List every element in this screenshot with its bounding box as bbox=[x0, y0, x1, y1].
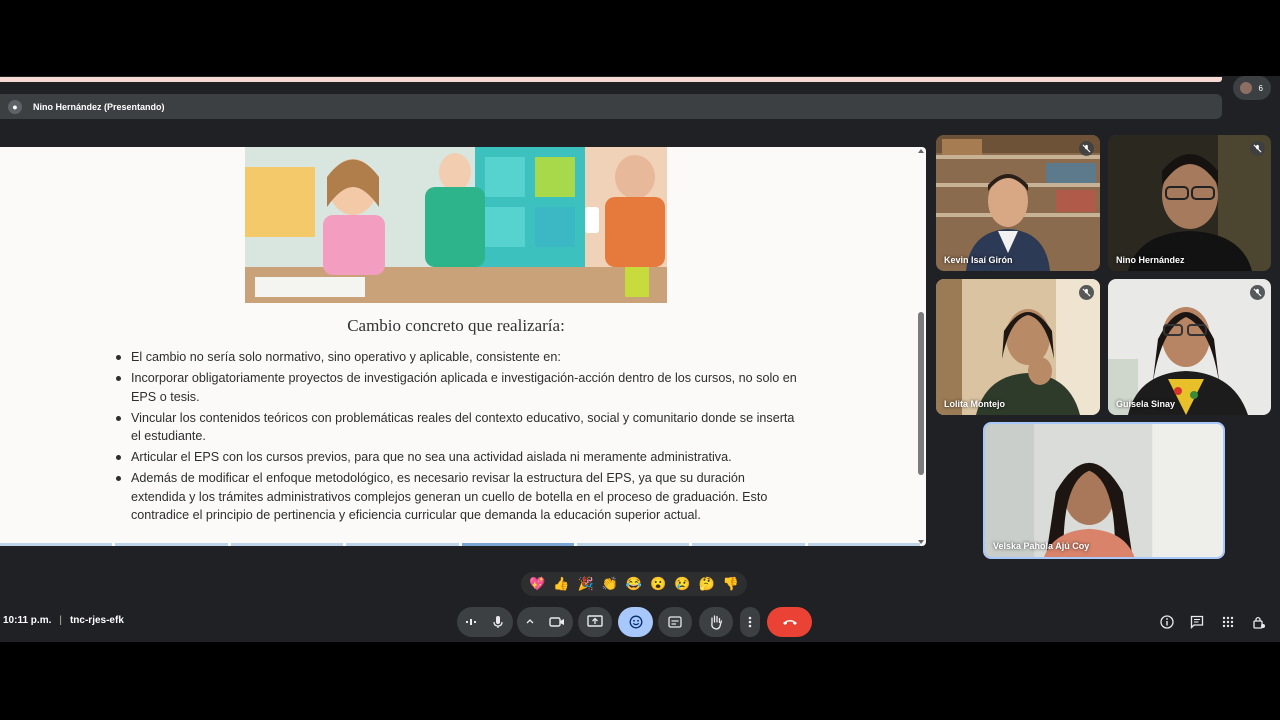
meeting-time: 10:11 p.m. bbox=[3, 615, 52, 626]
activities-button[interactable] bbox=[1220, 614, 1236, 630]
top-strip bbox=[0, 77, 1222, 82]
participant-name: Kevin Isaí Girón bbox=[944, 255, 1013, 265]
reaction-sad-icon[interactable]: 😢 bbox=[672, 572, 692, 596]
scroll-up-arrow-icon[interactable] bbox=[918, 149, 924, 153]
reaction-heart-icon[interactable]: 💖 bbox=[527, 572, 547, 596]
captions-icon bbox=[668, 616, 682, 628]
slide-bullet: Articular el EPS con los cursos previos,… bbox=[113, 448, 803, 467]
progress-segment bbox=[807, 543, 920, 546]
slide-bullet: Además de modificar el enfoque metodológ… bbox=[113, 469, 803, 525]
presenter-name: Nino Hernández (Presentando) bbox=[33, 101, 165, 112]
progress-segment bbox=[692, 543, 805, 546]
reaction-clap-icon[interactable]: 👏 bbox=[600, 572, 620, 596]
reactions-button[interactable] bbox=[618, 607, 653, 637]
camera-control[interactable] bbox=[517, 607, 573, 637]
shared-screen: Cambio concreto que realizaría: El cambi… bbox=[0, 147, 926, 546]
participant-tile-guisela[interactable]: Guisela Sinay bbox=[1108, 279, 1271, 415]
muted-mic-icon bbox=[1250, 141, 1265, 156]
meeting-details-button[interactable] bbox=[1159, 614, 1175, 630]
lock-person-icon bbox=[1253, 616, 1265, 629]
camera-icon[interactable] bbox=[549, 616, 565, 628]
participant-tile-kevin[interactable]: Kevin Isaí Girón bbox=[936, 135, 1100, 271]
hang-up-icon bbox=[782, 620, 797, 625]
audio-level-icon bbox=[466, 619, 476, 625]
chevron-up-icon[interactable] bbox=[525, 617, 535, 627]
progress-segment bbox=[0, 543, 113, 546]
slide-bullet: Incorporar obligatoriamente proyectos de… bbox=[113, 369, 803, 406]
reaction-thumbs-up-icon[interactable]: 👍 bbox=[551, 572, 571, 596]
participant-tile-velska[interactable]: Velska Pahola Ajú Coy bbox=[983, 422, 1225, 559]
muted-mic-icon bbox=[1079, 141, 1094, 156]
present-screen-icon bbox=[587, 615, 603, 627]
reaction-laugh-icon[interactable]: 😂 bbox=[624, 572, 644, 596]
reactions-bar: 💖 👍 🎉 👏 😂 😮 😢 🤔 👎 bbox=[521, 572, 747, 596]
meeting-code: tnc-rjes-efk bbox=[69, 615, 124, 626]
present-screen-button[interactable] bbox=[578, 607, 612, 637]
slide-title: Cambio concreto que realizaría: bbox=[347, 316, 565, 335]
presenter-bar: ● Nino Hernández (Presentando) bbox=[0, 94, 1222, 119]
reaction-party-icon[interactable]: 🎉 bbox=[576, 572, 596, 596]
meeting-info: 10:11 p.m. | tnc-rjes-efk bbox=[3, 615, 124, 626]
participant-name: Guisela Sinay bbox=[1116, 399, 1176, 409]
progress-segment bbox=[115, 543, 228, 546]
progress-segment-current bbox=[461, 543, 574, 546]
reaction-surprised-icon[interactable]: 😮 bbox=[648, 572, 668, 596]
progress-segment bbox=[576, 543, 690, 546]
microphone-icon[interactable] bbox=[491, 615, 505, 629]
microphone-control[interactable] bbox=[457, 607, 513, 637]
leave-call-button[interactable] bbox=[767, 607, 812, 637]
muted-mic-icon bbox=[1250, 285, 1265, 300]
reaction-thinking-icon[interactable]: 🤔 bbox=[697, 572, 717, 596]
reaction-thumbs-down-icon[interactable]: 👎 bbox=[721, 572, 741, 596]
classroom-photo bbox=[245, 147, 667, 303]
participants-count: 6 bbox=[1258, 83, 1263, 93]
slide-bullet-list: El cambio no sería solo normativo, sino … bbox=[113, 348, 803, 527]
vertical-scrollbar[interactable] bbox=[918, 312, 924, 475]
participants-avatar-icon bbox=[1240, 82, 1252, 94]
apps-grid-icon bbox=[1222, 616, 1234, 628]
more-vert-icon bbox=[748, 616, 752, 628]
raise-hand-icon bbox=[711, 615, 723, 630]
participant-name: Lolita Montejo bbox=[944, 399, 1005, 409]
captions-button[interactable] bbox=[658, 607, 692, 637]
emoji-icon bbox=[629, 615, 642, 629]
presenter-avatar: ● bbox=[8, 99, 22, 114]
participant-tile-lolita[interactable]: Lolita Montejo bbox=[936, 279, 1100, 415]
slide-progress bbox=[0, 543, 920, 546]
muted-mic-icon bbox=[1079, 285, 1094, 300]
progress-segment bbox=[346, 543, 459, 546]
host-controls-button[interactable] bbox=[1251, 614, 1267, 630]
slide-bullet: El cambio no sería solo normativo, sino … bbox=[113, 348, 803, 367]
participant-tile-nino[interactable]: Nino Hernández bbox=[1108, 135, 1271, 271]
chat-button[interactable] bbox=[1189, 614, 1205, 630]
meet-window: ● Nino Hernández (Presentando) 6 Cambio … bbox=[0, 0, 1280, 720]
chat-icon bbox=[1190, 615, 1204, 629]
info-icon bbox=[1160, 615, 1174, 629]
progress-segment bbox=[230, 543, 344, 546]
participant-name: Nino Hernández bbox=[1116, 255, 1185, 265]
slide-bullet: Vincular los contenidos teóricos con pro… bbox=[113, 409, 803, 446]
raise-hand-button[interactable] bbox=[699, 607, 733, 637]
participants-button[interactable]: 6 bbox=[1233, 76, 1271, 100]
more-options-button[interactable] bbox=[740, 607, 760, 637]
participant-name: Velska Pahola Ajú Coy bbox=[993, 541, 1090, 551]
meeting-separator: | bbox=[59, 615, 62, 626]
